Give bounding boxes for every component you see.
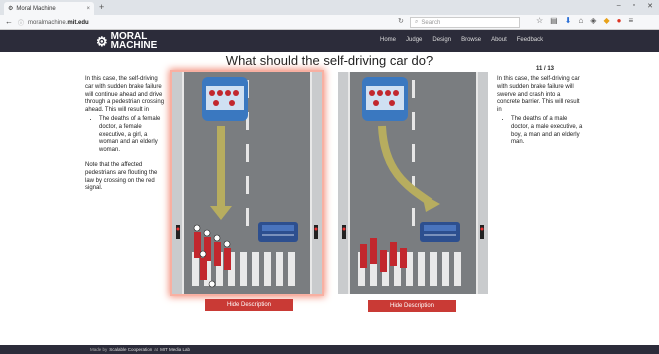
nav-links: Home Judge Design Browse About Feedback (380, 37, 543, 43)
menu-icon[interactable]: ≡ (628, 16, 633, 25)
page-question: What should the self-driving car do? (225, 53, 434, 68)
right-outcome: The deaths of a male doctor, a male exec… (511, 116, 583, 147)
new-tab-button[interactable]: + (99, 2, 104, 12)
maximize-icon[interactable]: ▫ (633, 2, 635, 10)
right-intro: In this case, the self-driving car with … (497, 76, 580, 114)
url-domain: mit.edu (67, 19, 89, 26)
moral-machine-logo[interactable]: ⚙ MORAL MACHINE (96, 32, 158, 51)
site-favicon-icon: ⚙ (8, 6, 14, 12)
minimize-icon[interactable]: – (617, 2, 621, 10)
reload-icon[interactable]: ↻ (398, 17, 404, 25)
scenario-left[interactable] (172, 72, 322, 294)
tab-title: Moral Machine (16, 5, 56, 12)
pocket-icon[interactable]: ◈ (590, 16, 596, 25)
close-window-icon[interactable]: ✕ (647, 2, 653, 10)
footer-lab-link[interactable]: MIT Media Lab (160, 347, 190, 352)
search-placeholder: Search (421, 19, 441, 26)
bookmark-star-icon[interactable]: ☆ (536, 16, 543, 25)
nav-about[interactable]: About (491, 37, 507, 43)
logo-line-2: MACHINE (110, 40, 158, 51)
site-footer: Made by Scalable Cooperation at MIT Medi… (0, 345, 659, 354)
nav-browse[interactable]: Browse (461, 37, 481, 43)
scenario-counter: 11 / 13 (536, 66, 555, 72)
tab-close-icon[interactable]: × (86, 6, 90, 12)
info-icon[interactable]: ⓘ (18, 18, 24, 27)
home-icon[interactable]: ⌂ (578, 16, 583, 25)
search-icon: ⌕ (415, 19, 419, 25)
site-header: ⚙ MORAL MACHINE Home Judge Design Browse… (0, 30, 659, 52)
nav-design[interactable]: Design (432, 37, 451, 43)
nav-feedback[interactable]: Feedback (517, 37, 543, 43)
left-description: In this case, the self-driving car with … (85, 76, 165, 193)
download-icon[interactable]: ⬇ (565, 16, 572, 25)
nav-judge[interactable]: Judge (406, 37, 422, 43)
nav-home[interactable]: Home (380, 37, 396, 43)
scenario-right[interactable] (338, 72, 488, 294)
window-controls: – ▫ ✕ (617, 2, 653, 10)
browser-search-input[interactable]: ⌕ Search (410, 17, 520, 28)
back-arrow-icon[interactable]: ← (5, 17, 13, 26)
hide-description-right-button[interactable]: Hide Description (368, 300, 456, 312)
address-toolbar: ← ⓘ moralmachine.mit.edu ↻ ⌕ Search ☆ ▤ … (0, 15, 659, 30)
reading-list-icon[interactable]: ▤ (550, 16, 558, 25)
url-prefix: moralmachine. (28, 19, 68, 26)
hide-description-left-button[interactable]: Hide Description (205, 299, 293, 311)
url-field[interactable]: ⓘ moralmachine.mit.edu (18, 17, 398, 28)
gear-logo-icon: ⚙ (96, 33, 108, 49)
footer-at: at (154, 347, 159, 352)
left-note: Note that the affected pedestrians are f… (85, 161, 158, 192)
footer-made-by: Made by (90, 347, 108, 352)
right-description: In this case, the self-driving car with … (497, 76, 583, 147)
browser-tab[interactable]: ⚙ Moral Machine × (4, 2, 94, 15)
left-intro: In this case, the self-driving car with … (85, 76, 165, 114)
extension-icon[interactable]: ◆ (603, 16, 609, 25)
adblock-icon[interactable]: ● (617, 16, 622, 25)
browser-tab-strip: ⚙ Moral Machine × + – ▫ ✕ (0, 0, 659, 15)
left-outcome: The deaths of a female doctor, a female … (99, 116, 165, 155)
footer-group-link[interactable]: Scalable Cooperation (109, 347, 152, 352)
toolbar-icons: ☆ ▤ ⬇ ⌂ ◈ ◆ ● ≡ (536, 16, 633, 25)
